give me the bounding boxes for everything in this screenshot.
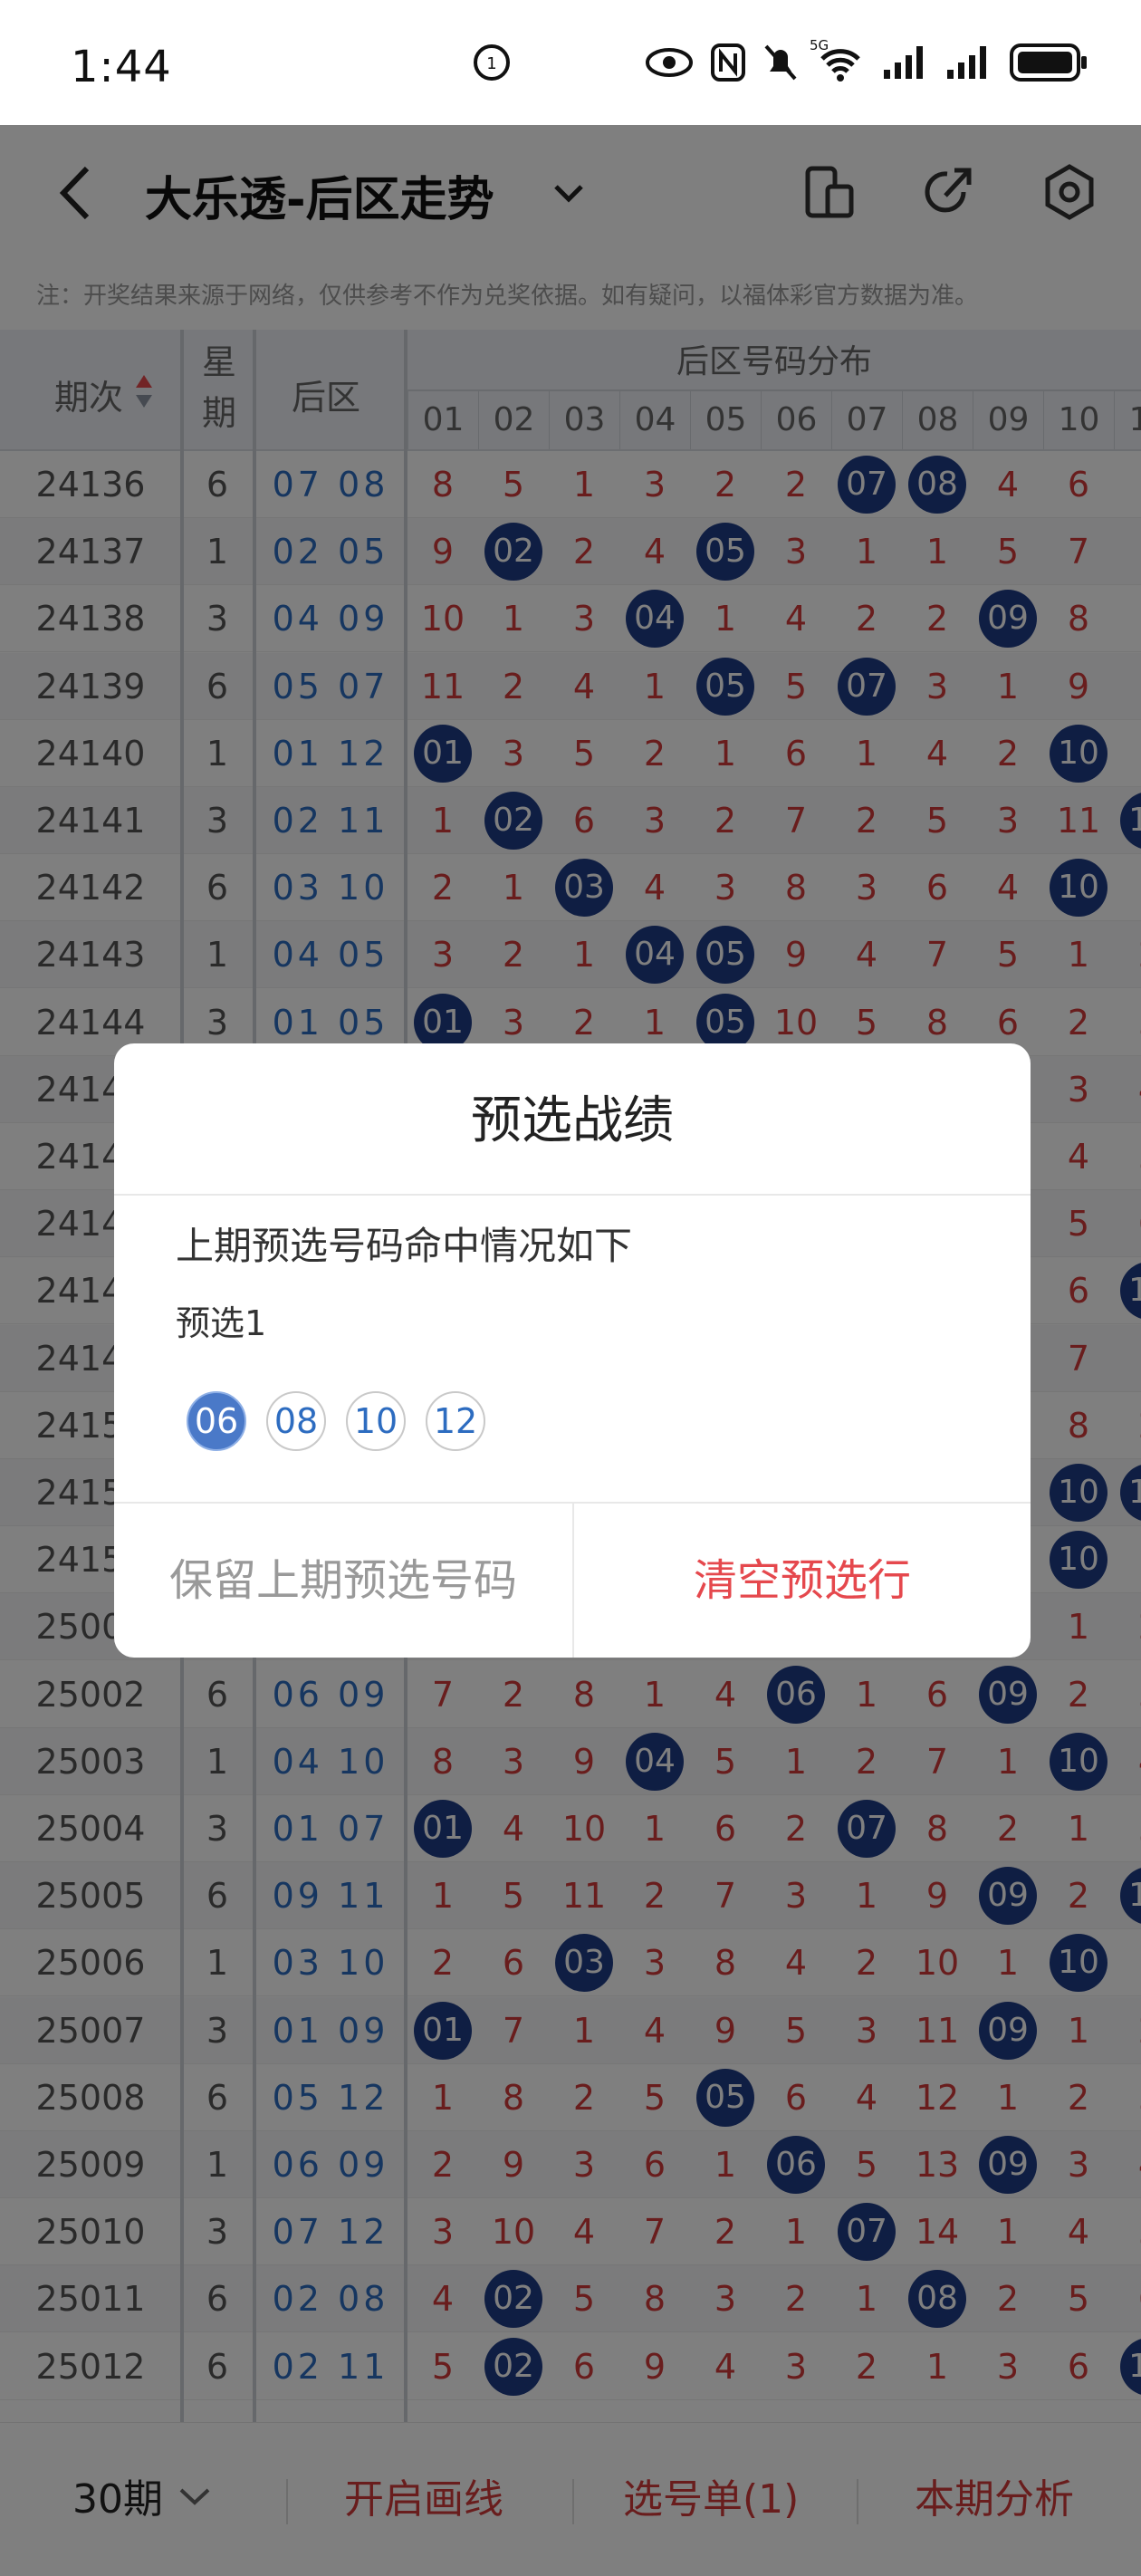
signal-icon-2 — [947, 46, 986, 79]
dialog-message: 上期预选号码命中情况如下 — [176, 1224, 633, 1268]
eye-icon — [646, 48, 693, 77]
network-type: 5G — [810, 37, 829, 53]
status-bar: 1:44 1 5G — [0, 0, 1141, 125]
keep-preselect-button[interactable]: 保留上期预选号码 — [114, 1504, 572, 1658]
preselect-group-label: 预选1 — [176, 1303, 267, 1343]
nfc-icon — [711, 43, 745, 82]
mute-bell-icon — [764, 44, 797, 81]
clear-preselect-button[interactable]: 清空预选行 — [574, 1504, 1031, 1658]
preselect-results-dialog: 预选战绩 上期预选号码命中情况如下 预选1 06 08 10 12 保留上期预选… — [114, 1043, 1031, 1658]
pick-ball-hit: 06 — [187, 1391, 246, 1451]
dialog-divider — [114, 1194, 1031, 1196]
hd-call-icon: 1 — [474, 44, 510, 81]
status-icons: 1 5G — [471, 37, 1088, 83]
wifi-icon: 5G — [810, 37, 866, 82]
pick-ball: 08 — [266, 1391, 326, 1451]
screen: 1:44 1 5G 大乐透-后区走势 注：开奖结果来源于网络，仅供参考不作为兑奖… — [0, 0, 1141, 2576]
pick-ball: 10 — [346, 1391, 406, 1451]
battery-icon — [1010, 43, 1087, 82]
status-time: 1:44 — [71, 42, 172, 92]
pick-ball: 12 — [426, 1391, 485, 1451]
signal-icon — [884, 46, 923, 79]
svg-text:1: 1 — [486, 54, 496, 73]
dialog-title: 预选战绩 — [471, 1091, 674, 1150]
